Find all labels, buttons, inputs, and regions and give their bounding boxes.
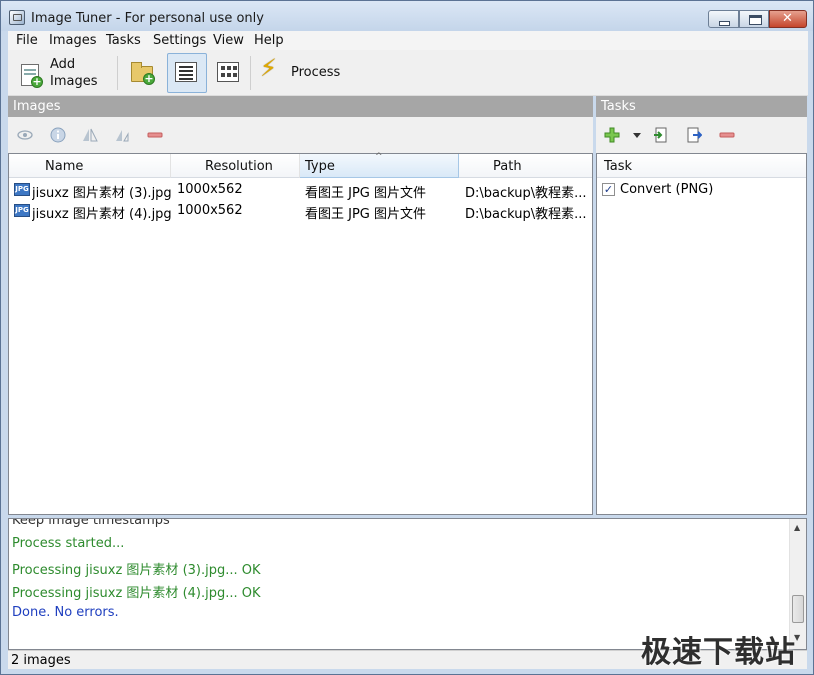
export-task-icon[interactable] bbox=[686, 127, 702, 143]
log-line: Processing jisuxz 图片素材 (3).jpg... OK bbox=[12, 563, 261, 578]
menu-images[interactable]: Images bbox=[49, 33, 97, 48]
cell-path: D:\backup\教程素... bbox=[465, 207, 587, 222]
add-images-button[interactable]: + Add Images bbox=[11, 54, 111, 92]
column-header-type-label: Type bbox=[305, 159, 335, 174]
process-bolt-icon: ⚡ bbox=[260, 54, 277, 82]
add-images-label-line1: Add bbox=[50, 57, 76, 72]
cell-resolution: 1000x562 bbox=[177, 182, 243, 197]
column-header-path[interactable]: Path bbox=[459, 154, 592, 178]
watermark-logo: 极速下载站 bbox=[641, 635, 796, 670]
task-checkbox[interactable]: ✓ bbox=[602, 183, 615, 196]
list-view-icon[interactable] bbox=[175, 62, 197, 82]
flip-vertical-icon[interactable] bbox=[114, 127, 130, 143]
process-label: Process bbox=[291, 65, 341, 80]
toolbar-separator bbox=[250, 56, 251, 90]
import-task-icon[interactable] bbox=[653, 127, 669, 143]
maximize-button[interactable] bbox=[739, 10, 769, 28]
column-header-name[interactable]: Name bbox=[9, 154, 171, 178]
column-header-type[interactable]: ^ Type bbox=[300, 152, 459, 178]
main-toolbar: + Add Images + ⚡ Process bbox=[8, 50, 808, 96]
preview-eye-icon[interactable] bbox=[17, 127, 33, 143]
menu-view[interactable]: View bbox=[213, 33, 244, 48]
info-icon[interactable] bbox=[50, 127, 66, 143]
jpg-file-icon: JPG bbox=[14, 183, 30, 196]
flip-horizontal-icon[interactable] bbox=[82, 127, 98, 143]
cell-type: 看图王 JPG 图片文件 bbox=[305, 186, 427, 201]
menu-bar: File Images Tasks Settings View Help bbox=[8, 31, 808, 50]
menu-file[interactable]: File bbox=[16, 33, 38, 48]
cell-resolution: 1000x562 bbox=[177, 203, 243, 218]
thumbnail-view-icon[interactable] bbox=[217, 62, 239, 82]
close-button[interactable] bbox=[769, 10, 807, 28]
scroll-thumb[interactable] bbox=[792, 595, 804, 623]
status-text: 2 images bbox=[11, 653, 71, 668]
column-header-task[interactable]: Task bbox=[597, 154, 806, 178]
menu-help[interactable]: Help bbox=[254, 33, 284, 48]
tasks-panel-header: Tasks bbox=[596, 96, 807, 117]
table-row[interactable]: JPG jisuxz 图片素材 (3).jpg 1000x562 看图王 JPG… bbox=[9, 179, 592, 201]
remove-task-icon[interactable] bbox=[719, 127, 735, 143]
log-line: Keep image timestamps bbox=[12, 518, 170, 528]
plus-badge-icon: + bbox=[31, 75, 43, 88]
add-task-icon[interactable] bbox=[604, 127, 620, 143]
minimize-button[interactable] bbox=[708, 10, 739, 28]
cell-name: jisuxz 图片素材 (4).jpg bbox=[32, 207, 172, 222]
add-folder-icon[interactable]: + bbox=[131, 62, 155, 85]
menu-settings[interactable]: Settings bbox=[153, 33, 206, 48]
scroll-up-icon[interactable]: ▲ bbox=[794, 523, 800, 532]
window-title: Image Tuner - For personal use only bbox=[31, 11, 264, 26]
log-line: Done. No errors. bbox=[12, 605, 119, 620]
tasks-list[interactable]: Task ✓ Convert (PNG) bbox=[596, 153, 807, 515]
images-list[interactable]: Name Resolution ^ Type Path JPG jisuxz 图… bbox=[8, 152, 593, 515]
log-line: Process started... bbox=[12, 536, 125, 551]
cell-type: 看图王 JPG 图片文件 bbox=[305, 207, 427, 222]
tasks-subtoolbar bbox=[596, 117, 807, 153]
sort-ascending-icon: ^ bbox=[375, 152, 383, 162]
toolbar-separator bbox=[117, 56, 118, 90]
dropdown-arrow-icon[interactable] bbox=[629, 127, 645, 143]
column-header-resolution[interactable]: Resolution bbox=[171, 154, 300, 178]
task-label: Convert (PNG) bbox=[620, 182, 714, 197]
app-window: Image Tuner - For personal use only File… bbox=[0, 0, 814, 675]
cell-path: D:\backup\教程素... bbox=[465, 186, 587, 201]
list-item[interactable]: ✓ Convert (PNG) bbox=[597, 179, 806, 200]
images-subtoolbar bbox=[8, 117, 593, 153]
images-panel-header: Images bbox=[8, 96, 593, 117]
table-row[interactable]: JPG jisuxz 图片素材 (4).jpg 1000x562 看图王 JPG… bbox=[9, 200, 592, 222]
add-images-icon: + bbox=[21, 64, 43, 88]
menu-tasks[interactable]: Tasks bbox=[106, 33, 141, 48]
title-bar[interactable]: Image Tuner - For personal use only bbox=[1, 1, 813, 31]
process-button[interactable]: ⚡ Process bbox=[256, 54, 346, 92]
remove-image-icon[interactable] bbox=[147, 127, 163, 143]
jpg-file-icon: JPG bbox=[14, 204, 30, 217]
add-images-label-line2: Images bbox=[50, 74, 98, 89]
log-line: Processing jisuxz 图片素材 (4).jpg... OK bbox=[12, 586, 261, 601]
cell-name: jisuxz 图片素材 (3).jpg bbox=[32, 186, 172, 201]
plus-badge-icon: + bbox=[143, 72, 155, 85]
app-icon bbox=[9, 10, 25, 25]
